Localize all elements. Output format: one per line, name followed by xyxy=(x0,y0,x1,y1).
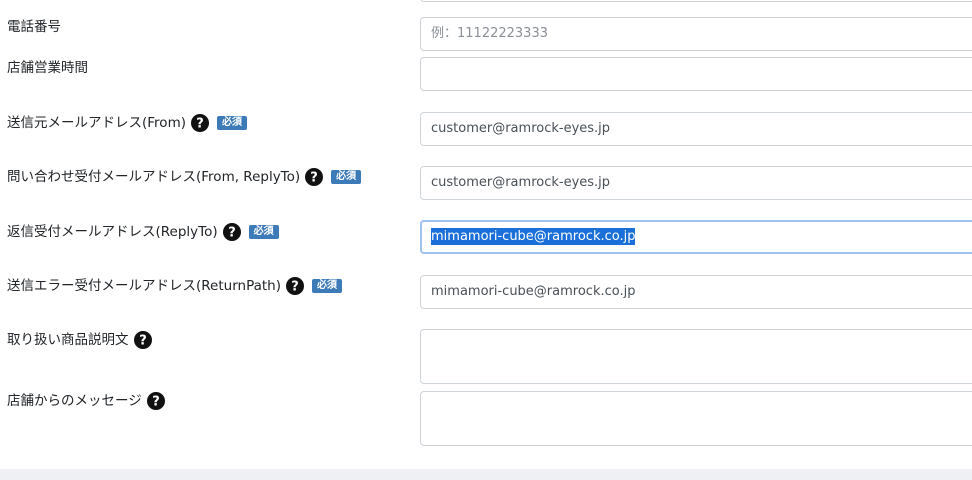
product-description-label-text: 取り扱い商品説明文 xyxy=(7,332,129,348)
required-badge: 必須 xyxy=(248,225,279,239)
svg-text:?: ? xyxy=(152,395,160,410)
phone-label: 電話番号 xyxy=(7,18,61,36)
error-email-input[interactable]: mimamori-cube@ramrock.co.jp xyxy=(420,275,972,309)
phone-input[interactable]: 例：11122223333 xyxy=(420,17,972,51)
phone-label-text: 電話番号 xyxy=(7,19,61,35)
form-footer-band xyxy=(0,469,972,480)
error-email-label: 送信エラー受付メールアドレス(ReturnPath) ? 必須 xyxy=(7,277,342,295)
product-description-label: 取り扱い商品説明文 ? xyxy=(7,331,152,349)
store-message-label: 店舗からのメッセージ ? xyxy=(7,392,165,410)
required-badge: 必須 xyxy=(216,116,247,130)
previous-input-edge[interactable] xyxy=(420,0,972,2)
question-circle-icon[interactable]: ? xyxy=(222,223,241,241)
svg-text:?: ? xyxy=(228,226,236,241)
hours-label-text: 店舗営業時間 xyxy=(7,60,88,76)
required-badge: 必須 xyxy=(312,279,342,293)
hours-label: 店舗営業時間 xyxy=(7,59,88,77)
reply-email-label-text: 返信受付メールアドレス(ReplyTo) xyxy=(7,224,218,240)
question-circle-icon[interactable]: ? xyxy=(305,168,324,186)
required-badge: 必須 xyxy=(331,170,362,184)
question-circle-icon[interactable]: ? xyxy=(286,277,304,295)
svg-text:?: ? xyxy=(310,171,318,186)
hours-input[interactable] xyxy=(420,57,972,91)
error-email-label-text: 送信エラー受付メールアドレス(ReturnPath) xyxy=(7,278,281,294)
inquiry-email-input[interactable]: customer@ramrock-eyes.jp xyxy=(420,166,972,200)
from-email-label-text: 送信元メールアドレス(From) xyxy=(7,115,186,131)
svg-text:?: ? xyxy=(139,334,147,349)
shop-settings-form: 電話番号 例：11122223333 店舗営業時間 送信元メールアドレス(Fro… xyxy=(0,0,972,480)
selected-text: mimamori-cube@ramrock.co.jp xyxy=(431,228,636,245)
reply-email-label: 返信受付メールアドレス(ReplyTo) ? 必須 xyxy=(7,223,279,241)
svg-text:?: ? xyxy=(196,117,204,132)
product-description-textarea[interactable] xyxy=(420,329,972,384)
from-email-input[interactable]: customer@ramrock-eyes.jp xyxy=(420,112,972,146)
reply-email-input[interactable]: mimamori-cube@ramrock.co.jp xyxy=(420,220,972,254)
from-email-label: 送信元メールアドレス(From) ? 必須 xyxy=(7,114,247,132)
question-circle-icon[interactable]: ? xyxy=(146,392,165,410)
store-message-textarea[interactable] xyxy=(420,391,972,446)
question-circle-icon[interactable]: ? xyxy=(133,331,152,349)
svg-text:?: ? xyxy=(291,280,299,295)
question-circle-icon[interactable]: ? xyxy=(190,114,209,132)
inquiry-email-label: 問い合わせ受付メールアドレス(From, ReplyTo) ? 必須 xyxy=(7,168,362,186)
store-message-label-text: 店舗からのメッセージ xyxy=(7,393,142,409)
inquiry-email-label-text: 問い合わせ受付メールアドレス(From, ReplyTo) xyxy=(7,169,301,185)
